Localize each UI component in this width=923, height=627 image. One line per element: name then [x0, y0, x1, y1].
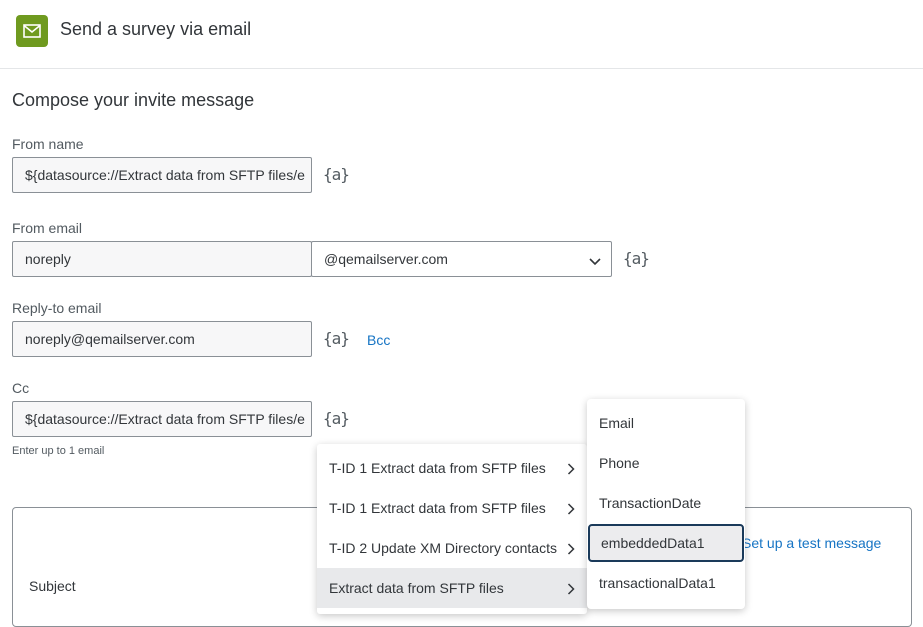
cc-label: Cc [12, 380, 30, 396]
menu-item-field-focused[interactable]: embeddedData1 [588, 524, 744, 562]
cc-hint: Enter up to 1 email [12, 445, 105, 457]
menu-item-source[interactable]: T-ID 2 Update XM Directory contacts [317, 528, 587, 568]
menu-item-label: T-ID 1 Extract data from SFTP files [329, 500, 546, 516]
bcc-link[interactable]: Bcc [367, 332, 390, 348]
piped-source-menu: T-ID 1 Extract data from SFTP files T-ID… [317, 444, 587, 614]
reply-to-label: Reply-to email [12, 300, 102, 316]
email-domain-value: @qemailserver.com [324, 251, 448, 267]
cc-input[interactable]: ${datasource://Extract data from SFTP fi… [12, 401, 312, 437]
piped-field-submenu: Email Phone TransactionDate embeddedData… [587, 399, 745, 609]
piped-text-button[interactable]: {a} [323, 409, 350, 428]
menu-item-field[interactable]: transactionalData1 [587, 563, 745, 603]
menu-item-source-active[interactable]: Extract data from SFTP files [317, 568, 587, 608]
mail-icon [16, 15, 48, 47]
chevron-right-icon [567, 502, 575, 518]
test-message-link[interactable]: Set up a test message [742, 535, 881, 551]
piped-text-button[interactable]: {a} [323, 329, 350, 348]
chevron-right-icon [567, 542, 575, 558]
menu-item-field[interactable]: TransactionDate [587, 483, 745, 523]
piped-text-button[interactable]: {a} [323, 165, 350, 184]
menu-item-label: Extract data from SFTP files [329, 580, 504, 596]
menu-item-source[interactable]: T-ID 1 Extract data from SFTP files [317, 448, 587, 488]
from-name-input[interactable]: ${datasource://Extract data from SFTP fi… [12, 157, 312, 193]
chevron-down-icon [589, 253, 601, 269]
menu-item-field[interactable]: Phone [587, 443, 745, 483]
piped-text-button[interactable]: {a} [623, 249, 650, 268]
menu-item-label: T-ID 1 Extract data from SFTP files [329, 460, 546, 476]
reply-to-input[interactable]: noreply@qemailserver.com [12, 321, 312, 357]
subject-label: Subject [29, 578, 76, 594]
chevron-right-icon [567, 582, 575, 598]
from-name-label: From name [12, 136, 84, 152]
email-domain-select[interactable]: @qemailserver.com [311, 241, 612, 277]
page-header: Send a survey via email [0, 0, 923, 69]
menu-item-field[interactable]: Email [587, 403, 745, 443]
chevron-right-icon [567, 462, 575, 478]
page-title: Send a survey via email [60, 19, 252, 39]
compose-title: Compose your invite message [12, 90, 255, 110]
from-email-input[interactable]: noreply [12, 241, 312, 277]
menu-item-source[interactable]: T-ID 1 Extract data from SFTP files [317, 488, 587, 528]
from-email-label: From email [12, 220, 83, 236]
menu-item-label: T-ID 2 Update XM Directory contacts [329, 540, 557, 556]
